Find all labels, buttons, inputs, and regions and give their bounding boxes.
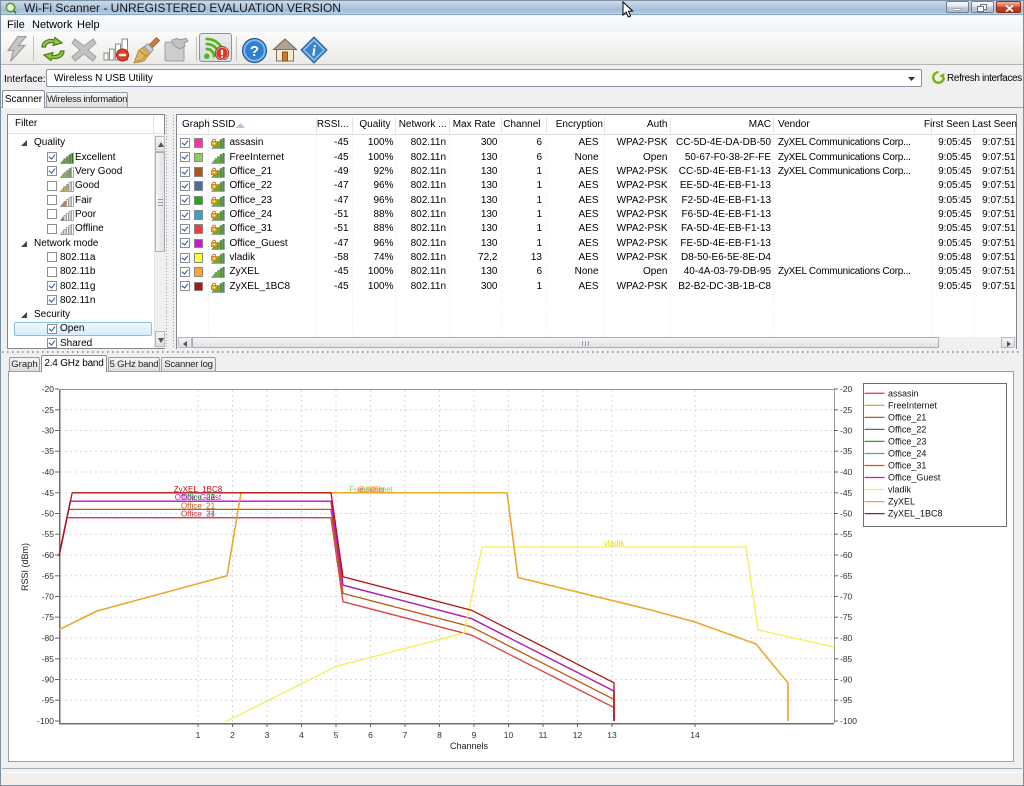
svg-text:14: 14 bbox=[690, 730, 700, 740]
svg-text:Office_24: Office_24 bbox=[888, 449, 926, 459]
svg-text:-30: -30 bbox=[42, 426, 55, 436]
svg-text:-45: -45 bbox=[840, 488, 853, 498]
svg-text:Office_Guest: Office_Guest bbox=[888, 473, 941, 483]
svg-text:1: 1 bbox=[196, 730, 201, 740]
svg-text:Office_31: Office_31 bbox=[888, 461, 926, 471]
svg-text:-50: -50 bbox=[42, 509, 55, 519]
svg-text:13: 13 bbox=[607, 730, 617, 740]
svg-text:Office_31: Office_31 bbox=[181, 510, 216, 519]
svg-text:-65: -65 bbox=[42, 571, 55, 581]
svg-text:6: 6 bbox=[368, 730, 373, 740]
svg-text:-80: -80 bbox=[840, 633, 853, 643]
svg-text:-90: -90 bbox=[42, 675, 55, 685]
svg-text:assasin: assasin bbox=[888, 388, 919, 398]
svg-text:FreeInternet: FreeInternet bbox=[349, 485, 393, 494]
svg-text:-70: -70 bbox=[42, 592, 55, 602]
svg-text:-60: -60 bbox=[840, 550, 853, 560]
svg-text:Channels: Channels bbox=[450, 741, 489, 751]
svg-text:-80: -80 bbox=[42, 633, 55, 643]
svg-text:-75: -75 bbox=[840, 612, 853, 622]
svg-text:-40: -40 bbox=[42, 467, 55, 477]
svg-text:-55: -55 bbox=[840, 529, 853, 539]
svg-text:-35: -35 bbox=[42, 446, 55, 456]
svg-text:-65: -65 bbox=[840, 571, 853, 581]
svg-text:2: 2 bbox=[230, 730, 235, 740]
svg-text:-60: -60 bbox=[42, 550, 55, 560]
svg-text:3: 3 bbox=[265, 730, 270, 740]
svg-text:-55: -55 bbox=[42, 529, 55, 539]
svg-text:ZyXEL: ZyXEL bbox=[888, 497, 915, 507]
svg-text:vladik: vladik bbox=[604, 539, 625, 548]
svg-text:-45: -45 bbox=[42, 488, 55, 498]
svg-text:4: 4 bbox=[299, 730, 304, 740]
svg-text:ZyXEL_1BC8: ZyXEL_1BC8 bbox=[888, 509, 943, 519]
svg-text:8: 8 bbox=[437, 730, 442, 740]
svg-text:-90: -90 bbox=[840, 675, 853, 685]
svg-text:-100: -100 bbox=[840, 716, 857, 726]
svg-text:-25: -25 bbox=[42, 405, 55, 415]
svg-text:vladik: vladik bbox=[888, 485, 912, 495]
svg-text:7: 7 bbox=[403, 730, 408, 740]
svg-text:Office_22: Office_22 bbox=[888, 424, 926, 434]
svg-text:9: 9 bbox=[472, 730, 477, 740]
svg-text:-20: -20 bbox=[840, 384, 853, 394]
svg-text:?: ? bbox=[250, 43, 259, 60]
svg-text:RSSI (dBm): RSSI (dBm) bbox=[20, 543, 30, 591]
svg-text:-75: -75 bbox=[42, 612, 55, 622]
svg-text:12: 12 bbox=[573, 730, 583, 740]
svg-text:-35: -35 bbox=[840, 446, 853, 456]
svg-text:10: 10 bbox=[504, 730, 514, 740]
svg-text:Office_23: Office_23 bbox=[888, 436, 926, 446]
svg-text:11: 11 bbox=[539, 730, 548, 740]
svg-text:-95: -95 bbox=[42, 695, 55, 705]
svg-text:-50: -50 bbox=[840, 509, 853, 519]
svg-text:-95: -95 bbox=[840, 695, 853, 705]
svg-text:-30: -30 bbox=[840, 426, 853, 436]
svg-text:5: 5 bbox=[334, 730, 339, 740]
svg-text:FreeInternet: FreeInternet bbox=[888, 400, 938, 410]
svg-text:-40: -40 bbox=[840, 467, 853, 477]
svg-text:-70: -70 bbox=[840, 592, 853, 602]
svg-text:Office_21: Office_21 bbox=[888, 412, 926, 422]
svg-text:-85: -85 bbox=[840, 654, 853, 664]
svg-text:-25: -25 bbox=[840, 405, 853, 415]
svg-text:-100: -100 bbox=[37, 716, 54, 726]
svg-text:-20: -20 bbox=[42, 384, 55, 394]
svg-text:-85: -85 bbox=[42, 654, 55, 664]
